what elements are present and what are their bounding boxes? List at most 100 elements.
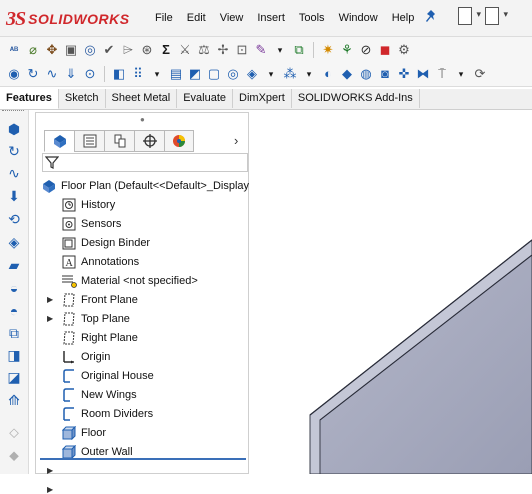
- tree-item-material[interactable]: Material <not specified>: [61, 271, 198, 290]
- rebuild-icon[interactable]: ◼: [377, 42, 393, 58]
- datum-icon[interactable]: ⊛: [139, 42, 155, 58]
- geometry-analysis-icon[interactable]: ⚘: [339, 42, 355, 58]
- pin-menu-icon[interactable]: [424, 9, 438, 25]
- intersect-icon[interactable]: ◆: [339, 66, 355, 82]
- dynamic-highlight-icon[interactable]: ✷: [320, 42, 336, 58]
- dimxpert-manager-tab[interactable]: [134, 130, 164, 152]
- revolved-boss-icon[interactable]: ↻: [25, 66, 41, 82]
- hole-wizard-icon[interactable]: ⊙: [82, 66, 98, 82]
- wrap-icon[interactable]: ◎: [225, 66, 241, 82]
- tree-filter-field[interactable]: [42, 153, 248, 172]
- property-manager-tab[interactable]: [74, 130, 104, 152]
- tree-item-origin[interactable]: Origin: [61, 347, 110, 366]
- extruded-cut-icon[interactable]: ⇓: [63, 66, 79, 82]
- menu-window[interactable]: Window: [332, 12, 385, 24]
- tree-item-history[interactable]: History: [61, 195, 115, 214]
- tree-item-top-plane[interactable]: Top Plane: [61, 309, 130, 328]
- extruded-cut-icon[interactable]: ⬇: [5, 187, 23, 205]
- curves-icon[interactable]: ⁂: [282, 66, 298, 82]
- tab-dimxpert[interactable]: DimXpert: [233, 89, 292, 108]
- open-document-icon[interactable]: [485, 7, 508, 25]
- tree-rollback-bar[interactable]: [40, 458, 246, 460]
- intersect-icon[interactable]: ⬥: [5, 446, 23, 464]
- menu-view[interactable]: View: [213, 12, 251, 24]
- dome-icon[interactable]: ⍑: [434, 66, 450, 82]
- dropdown-arrow-icon[interactable]: ▾: [453, 66, 469, 82]
- linear-pattern-icon[interactable]: ⧉: [5, 324, 23, 342]
- new-document-icon[interactable]: [458, 7, 481, 25]
- tree-item-right-plane[interactable]: Right Plane: [61, 328, 138, 347]
- dropdown-arrow-icon[interactable]: ▾: [301, 66, 317, 82]
- mate-icon[interactable]: ✥: [44, 42, 60, 58]
- spell-check-icon[interactable]: ᴬᴮ: [6, 42, 22, 58]
- display-manager-tab[interactable]: [164, 130, 194, 152]
- draft-icon[interactable]: ◪: [5, 368, 23, 386]
- statistics-icon[interactable]: ⧉: [291, 42, 307, 58]
- panel-grip-icon[interactable]: ●: [140, 115, 145, 124]
- tree-root-part[interactable]: Floor Plan (Default<<Default>_Display S: [41, 176, 259, 195]
- feature-manager-tab[interactable]: [44, 130, 74, 152]
- solidworks-logo[interactable]: 3S SOLIDWORKS: [6, 7, 130, 31]
- expand-arrow-icon[interactable]: ▶: [47, 295, 55, 304]
- tab-sketch[interactable]: Sketch: [59, 89, 106, 108]
- draft-icon[interactable]: ◩: [187, 66, 203, 82]
- tree-item-front-plane[interactable]: Front Plane: [61, 290, 138, 309]
- expand-arrow-icon[interactable]: ▶: [47, 314, 55, 323]
- draft-analysis-icon[interactable]: ✎: [253, 42, 269, 58]
- tree-item-new-wings[interactable]: New Wings: [61, 385, 137, 404]
- boundary-boss-icon[interactable]: ▰: [5, 256, 23, 274]
- combine-icon[interactable]: ◍: [358, 66, 374, 82]
- swept-boss-icon[interactable]: ∿: [5, 164, 23, 182]
- menu-help[interactable]: Help: [385, 12, 422, 24]
- check-icon[interactable]: ⊡: [234, 42, 250, 58]
- shell-icon[interactable]: ⟰: [5, 391, 23, 409]
- tab-sheet-metal[interactable]: Sheet Metal: [106, 89, 178, 108]
- sum-icon[interactable]: Σ: [158, 42, 174, 58]
- mass-properties-icon[interactable]: ⚖: [196, 42, 212, 58]
- instant3d-icon[interactable]: ◐: [320, 66, 336, 82]
- tree-item-annotations[interactable]: A Annotations: [61, 252, 139, 271]
- weld-symbol-icon[interactable]: ⌲: [120, 42, 136, 58]
- fillet-icon[interactable]: ◧: [111, 66, 127, 82]
- dropdown-arrow-icon[interactable]: ▾: [272, 42, 288, 58]
- tab-solidworks-add-ins[interactable]: SOLIDWORKS Add-Ins: [292, 89, 420, 108]
- section-properties-icon[interactable]: ✢: [215, 42, 231, 58]
- more-tools-icon[interactable]: ⟳: [472, 66, 488, 82]
- check-entity-icon[interactable]: ⊘: [358, 42, 374, 58]
- fillet-icon[interactable]: ◒: [5, 279, 23, 297]
- menu-tools[interactable]: Tools: [292, 12, 332, 24]
- configuration-manager-tab[interactable]: [104, 130, 134, 152]
- dropdown-arrow-icon[interactable]: ▾: [263, 66, 279, 82]
- tree-item-sensors[interactable]: Sensors: [61, 214, 121, 233]
- move-copy-icon[interactable]: ✜: [396, 66, 412, 82]
- strip-grip[interactable]: [2, 110, 24, 113]
- menu-file[interactable]: File: [148, 12, 180, 24]
- tab-evaluate[interactable]: Evaluate: [177, 89, 234, 108]
- revolved-boss-icon[interactable]: ↻: [5, 142, 23, 160]
- options-icon[interactable]: ⚙: [396, 42, 412, 58]
- chamfer-icon[interactable]: ◓: [5, 302, 23, 320]
- measure-icon[interactable]: ⚔: [177, 42, 193, 58]
- mirror-icon[interactable]: ⧓: [415, 66, 431, 82]
- lofted-boss-icon[interactable]: ◈: [5, 233, 23, 251]
- balloon-icon[interactable]: ◎: [82, 42, 98, 58]
- chevron-right-icon[interactable]: ›: [234, 133, 238, 148]
- split-icon[interactable]: ◙: [377, 66, 393, 82]
- tree-item-floor[interactable]: Floor: [61, 423, 106, 442]
- extruded-boss-icon[interactable]: ⬢: [5, 120, 23, 138]
- wrap-icon[interactable]: ⬦: [5, 423, 23, 441]
- menu-edit[interactable]: Edit: [180, 12, 213, 24]
- rib-icon[interactable]: ▤: [168, 66, 184, 82]
- swept-boss-icon[interactable]: ∿: [44, 66, 60, 82]
- tree-item-original-house[interactable]: Original House: [61, 366, 154, 385]
- tree-item-room-dividers[interactable]: Room Dividers: [61, 404, 153, 423]
- note-icon[interactable]: ▣: [63, 42, 79, 58]
- tab-features[interactable]: Features: [0, 89, 59, 109]
- surface-finish-icon[interactable]: ✔: [101, 42, 117, 58]
- shell-icon[interactable]: ▢: [206, 66, 222, 82]
- rib-icon[interactable]: ◨: [5, 346, 23, 364]
- expand-arrow-icon[interactable]: ▶: [47, 485, 55, 494]
- dropdown-arrow-icon[interactable]: ▾: [149, 66, 165, 82]
- extruded-boss-icon[interactable]: ◉: [6, 66, 22, 82]
- smart-dimension-icon[interactable]: ⌀: [25, 42, 41, 58]
